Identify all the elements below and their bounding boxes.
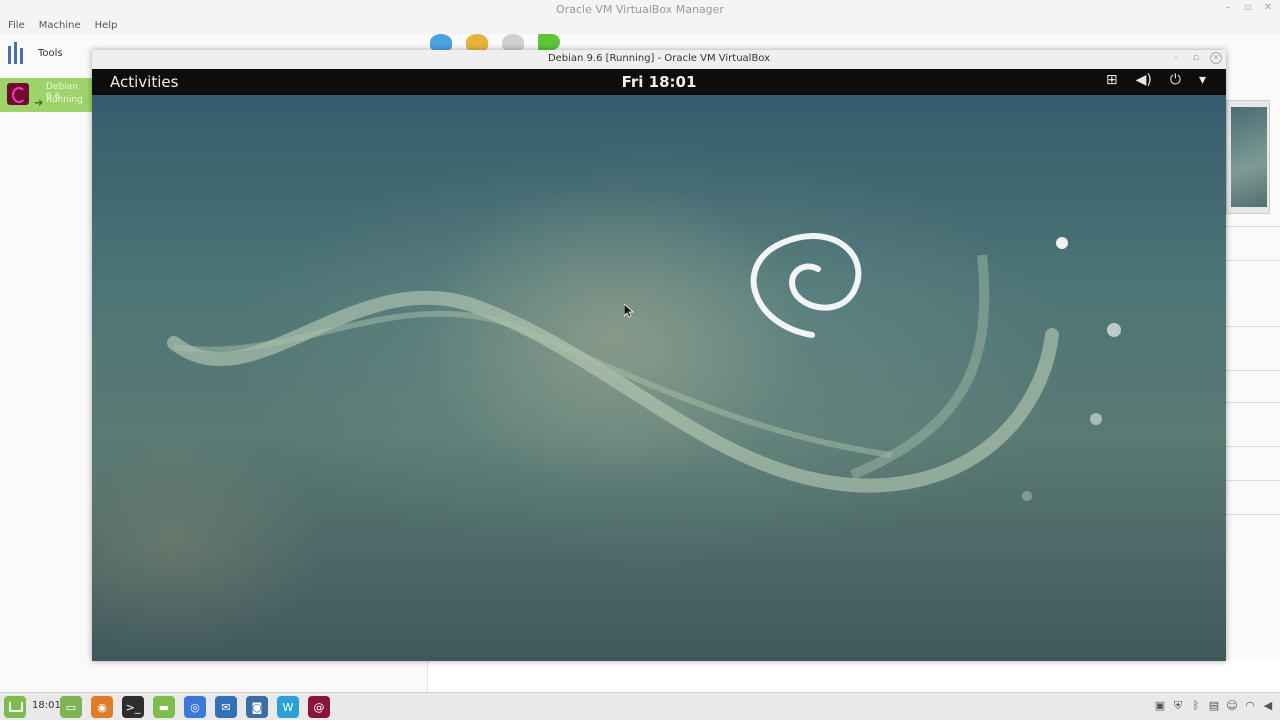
maximize-icon[interactable]: ▫: [1242, 2, 1254, 13]
menu-machine[interactable]: Machine: [39, 18, 81, 34]
manager-toolbar: [430, 34, 560, 50]
minimize-icon[interactable]: –: [1170, 53, 1182, 63]
debian-logo-icon: [750, 233, 862, 338]
divider: [1226, 226, 1280, 227]
menu-help[interactable]: Help: [95, 18, 118, 34]
divider: [1226, 514, 1280, 515]
tools-icon: [6, 42, 28, 64]
volume-icon[interactable]: ◀): [1136, 72, 1152, 88]
taskbar-tray: ▣ ⛨ ᛒ ▤ ☺ ◠ ◀: [1154, 699, 1274, 713]
close-icon[interactable]: ✕: [1262, 2, 1274, 13]
mail-icon[interactable]: ✉: [215, 696, 237, 718]
vscode-icon[interactable]: W: [277, 696, 299, 718]
divider: [1226, 260, 1280, 261]
taskbar-clock[interactable]: 18:01: [32, 700, 61, 711]
guest-title: Debian 9.6 [Running] - Oracle VM Virtual…: [547, 53, 771, 64]
screenshot-icon[interactable]: ◙: [246, 696, 268, 718]
gnome-top-bar: Activities Fri 18:01 ⊞ ◀) ⏻ ▾: [92, 69, 1226, 95]
tools-item[interactable]: Tools: [6, 42, 63, 64]
divider: [1226, 326, 1280, 327]
host-taskbar: 18:01 ▭ ◉ >_ ▬ ◎ ✉ ◙ W @ ▣ ⛨ ᛒ ▤ ☺ ◠ ◀: [0, 692, 1280, 720]
divider: [1226, 370, 1280, 371]
firefox-icon[interactable]: ◉: [91, 696, 113, 718]
wifi-icon[interactable]: ◠: [1244, 699, 1256, 713]
manager-window-buttons: – ▫ ✕: [1222, 2, 1274, 13]
files-icon[interactable]: ▬: [153, 696, 175, 718]
volume-icon[interactable]: ◀: [1262, 699, 1274, 713]
debian-icon[interactable]: @: [308, 696, 330, 718]
manager-titlebar: Oracle VM VirtualBox Manager – ▫ ✕: [0, 0, 1280, 20]
tools-label: Tools: [38, 47, 63, 59]
discard-icon[interactable]: [502, 34, 524, 50]
vm-preview: [1226, 100, 1270, 214]
wallpaper-dot: [1056, 237, 1068, 249]
close-icon[interactable]: ✕: [1210, 52, 1222, 64]
manager-details-pane: [1226, 100, 1280, 520]
manager-bottom-area: [427, 660, 1280, 692]
wallpaper-dot: [1090, 413, 1102, 425]
debian-swirl-icon: [7, 83, 29, 105]
divider: [1226, 446, 1280, 447]
new-icon[interactable]: [430, 34, 452, 50]
maximize-icon[interactable]: ▫: [1190, 53, 1202, 63]
camera-icon[interactable]: ▣: [1154, 699, 1166, 713]
network-icon[interactable]: ⊞: [1106, 72, 1118, 88]
mint-menu-icon[interactable]: [4, 696, 26, 718]
manager-sidebar: Tools ➜ Debian 9.6 Running: [0, 34, 92, 692]
desktop-icon[interactable]: ▭: [60, 696, 82, 718]
terminal-icon[interactable]: >_: [122, 696, 144, 718]
vm-preview-screen: [1231, 107, 1267, 207]
chrome-icon[interactable]: ◎: [184, 696, 206, 718]
clipboard-icon[interactable]: ▤: [1208, 699, 1220, 713]
divider: [1226, 402, 1280, 403]
guest-titlebar[interactable]: Debian 9.6 [Running] - Oracle VM Virtual…: [92, 50, 1226, 69]
gnome-tray: ⊞ ◀) ⏻ ▾: [1106, 72, 1206, 88]
minimize-icon[interactable]: –: [1222, 2, 1234, 13]
guest-window-buttons: – ▫ ✕: [1170, 52, 1222, 64]
guest-desktop[interactable]: [92, 95, 1226, 661]
wallpaper-dot: [1107, 323, 1121, 337]
dropdown-icon[interactable]: ▾: [1199, 72, 1206, 88]
start-icon[interactable]: [538, 34, 560, 50]
clock[interactable]: Fri 18:01: [92, 73, 1226, 91]
guest-window[interactable]: Debian 9.6 [Running] - Oracle VM Virtual…: [92, 50, 1226, 661]
taskbar-apps: ▭ ◉ >_ ▬ ◎ ✉ ◙ W @: [60, 696, 330, 718]
debian-wallpaper-swirl: [167, 233, 1121, 501]
vm-list-item[interactable]: ➜ Debian 9.6 Running: [0, 78, 92, 112]
manager-title: Oracle VM VirtualBox Manager: [556, 3, 724, 16]
menu-file[interactable]: File: [8, 18, 25, 34]
vm-state: Running: [46, 95, 83, 105]
manager-menubar: File Machine Help: [0, 18, 1280, 34]
wallpaper-dot: [1022, 491, 1032, 501]
running-arrow-icon: ➜: [34, 96, 44, 109]
shield-icon[interactable]: ⛨: [1172, 699, 1184, 713]
bluetooth-icon[interactable]: ᛒ: [1190, 699, 1202, 713]
power-icon[interactable]: ⏻: [1170, 72, 1181, 88]
user-icon[interactable]: ☺: [1226, 699, 1238, 713]
divider: [1226, 480, 1280, 481]
settings-icon[interactable]: [466, 34, 488, 50]
